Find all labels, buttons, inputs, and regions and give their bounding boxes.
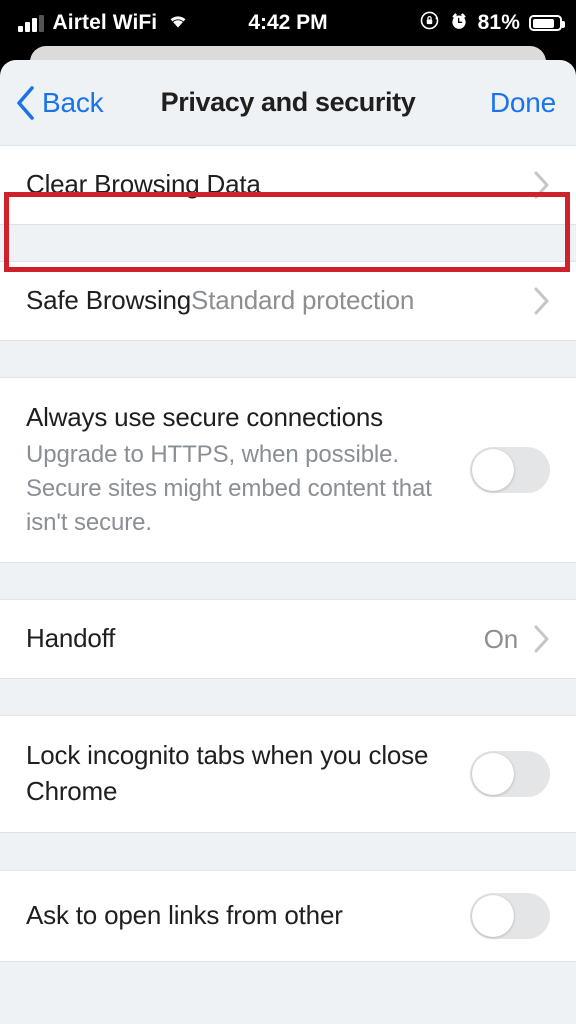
settings-row-clear-browsing-data[interactable]: Clear Browsing Data: [0, 146, 576, 224]
row-label-container: Safe Browsing Standard protection: [26, 283, 532, 319]
settings-row-title: Always use secure connections: [26, 402, 383, 432]
alarm-clock-icon: [449, 11, 469, 36]
navigation-bar: Back Privacy and security Done: [0, 60, 576, 145]
settings-row-title: Handoff: [26, 623, 116, 654]
chevron-left-icon: [14, 85, 36, 121]
section-gap: [0, 679, 576, 716]
toggle-always-use-secure-connections[interactable]: [470, 447, 550, 494]
group-handoff: Handoff On: [0, 599, 576, 680]
group-secure-connections: Always use secure connections Upgrade to…: [0, 377, 576, 564]
clock-label: 4:42 PM: [248, 11, 328, 34]
status-bar: Airtel WiFi 4:42 PM 81%: [0, 0, 576, 46]
status-bar-right: 81%: [419, 0, 565, 46]
row-label-container: Ask to open links from other: [26, 898, 470, 934]
toggle-knob: [472, 894, 514, 937]
row-label-container: Clear Browsing Data: [26, 167, 532, 203]
section-gap: [0, 225, 576, 261]
settings-row-title: Clear Browsing Data: [26, 169, 261, 200]
section-gap: [0, 832, 576, 870]
section-gap: [0, 341, 576, 377]
settings-row-ask-to-open-links[interactable]: Ask to open links from other: [0, 870, 576, 961]
section-gap: [0, 563, 576, 600]
settings-row-detail: Standard protection: [191, 285, 415, 316]
settings-row-safe-browsing[interactable]: Safe Browsing Standard protection: [0, 262, 576, 340]
chevron-right-icon: [532, 624, 550, 654]
battery-percent-label: 81%: [477, 11, 520, 34]
back-button-label: Back: [42, 86, 104, 118]
toggle-knob: [472, 449, 514, 492]
group-clear-browsing-data: Clear Browsing Data: [0, 145, 576, 225]
settings-sheet: Back Privacy and security Done Clear Bro…: [0, 60, 576, 1024]
battery-icon: [529, 15, 565, 31]
toggle-knob: [472, 752, 514, 795]
settings-row-lock-incognito-tabs[interactable]: Lock incognito tabs when you close Chrom…: [0, 716, 576, 832]
group-lock-incognito-tabs: Lock incognito tabs when you close Chrom…: [0, 715, 576, 833]
row-label-container: Always use secure connections Upgrade to…: [26, 400, 470, 540]
settings-row-handoff[interactable]: Handoff On: [0, 600, 576, 679]
toggle-ask-to-open-links[interactable]: [470, 892, 550, 939]
settings-row-value: On: [483, 623, 518, 654]
back-button[interactable]: Back: [14, 85, 104, 121]
row-label-container: Lock incognito tabs when you close Chrom…: [26, 738, 470, 810]
chevron-right-icon: [532, 286, 550, 316]
phone-screen: Airtel WiFi 4:42 PM 81% Back Privacy and…: [0, 0, 576, 1024]
group-safe-browsing: Safe Browsing Standard protection: [0, 261, 576, 341]
row-label-container: Handoff: [26, 621, 484, 657]
settings-row-title: Ask to open links from other: [26, 899, 343, 930]
group-ask-to-open-links: Ask to open links from other: [0, 869, 576, 962]
done-button[interactable]: Done: [490, 87, 556, 119]
chevron-right-icon: [532, 170, 550, 200]
toggle-lock-incognito-tabs[interactable]: [470, 750, 550, 797]
rotation-lock-icon: [419, 10, 440, 36]
settings-row-subtitle: Upgrade to HTTPS, when possible. Secure …: [26, 440, 432, 537]
settings-row-title: Lock incognito tabs when you close Chrom…: [26, 740, 429, 806]
settings-row-title: Safe Browsing: [26, 285, 192, 316]
settings-row-always-use-secure-connections[interactable]: Always use secure connections Upgrade to…: [0, 378, 576, 563]
